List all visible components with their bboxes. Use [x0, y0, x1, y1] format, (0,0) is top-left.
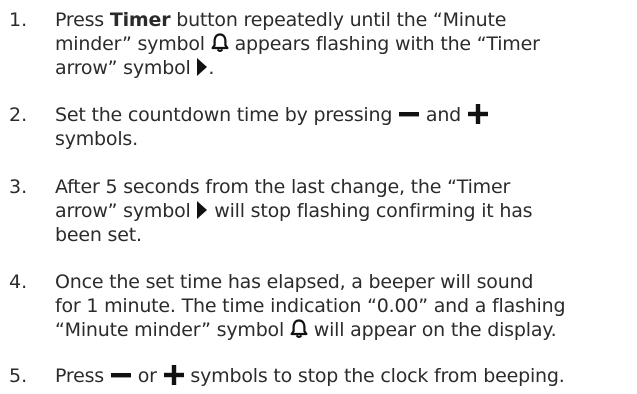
- instruction-list: 1. Press Timer button repeatedly until t…: [0, 0, 637, 394]
- step-text: Press or symbols to stop the clock from …: [55, 364, 565, 387]
- bell-icon: [290, 318, 308, 339]
- plus-icon: [467, 103, 489, 125]
- minus-icon: [398, 104, 420, 124]
- step-number: 1.: [9, 9, 28, 31]
- step-number: 2.: [9, 104, 28, 126]
- timer-button-label: Timer: [109, 9, 171, 31]
- step-text: Press Timer button repeatedly until the …: [55, 9, 540, 79]
- step-number: 5.: [9, 365, 28, 387]
- minus-icon: [110, 365, 132, 385]
- bell-icon: [211, 32, 229, 53]
- play-arrow-icon: [196, 57, 208, 77]
- play-arrow-icon: [196, 200, 208, 220]
- step-number: 4.: [9, 271, 28, 293]
- step-text: After 5 seconds from the last change, th…: [55, 176, 533, 246]
- plus-icon: [163, 364, 185, 386]
- step-number: 3.: [9, 176, 28, 198]
- step-text: Set the countdown time by pressing and s…: [55, 103, 635, 151]
- step-text: Once the set time has elapsed, a beeper …: [55, 271, 566, 341]
